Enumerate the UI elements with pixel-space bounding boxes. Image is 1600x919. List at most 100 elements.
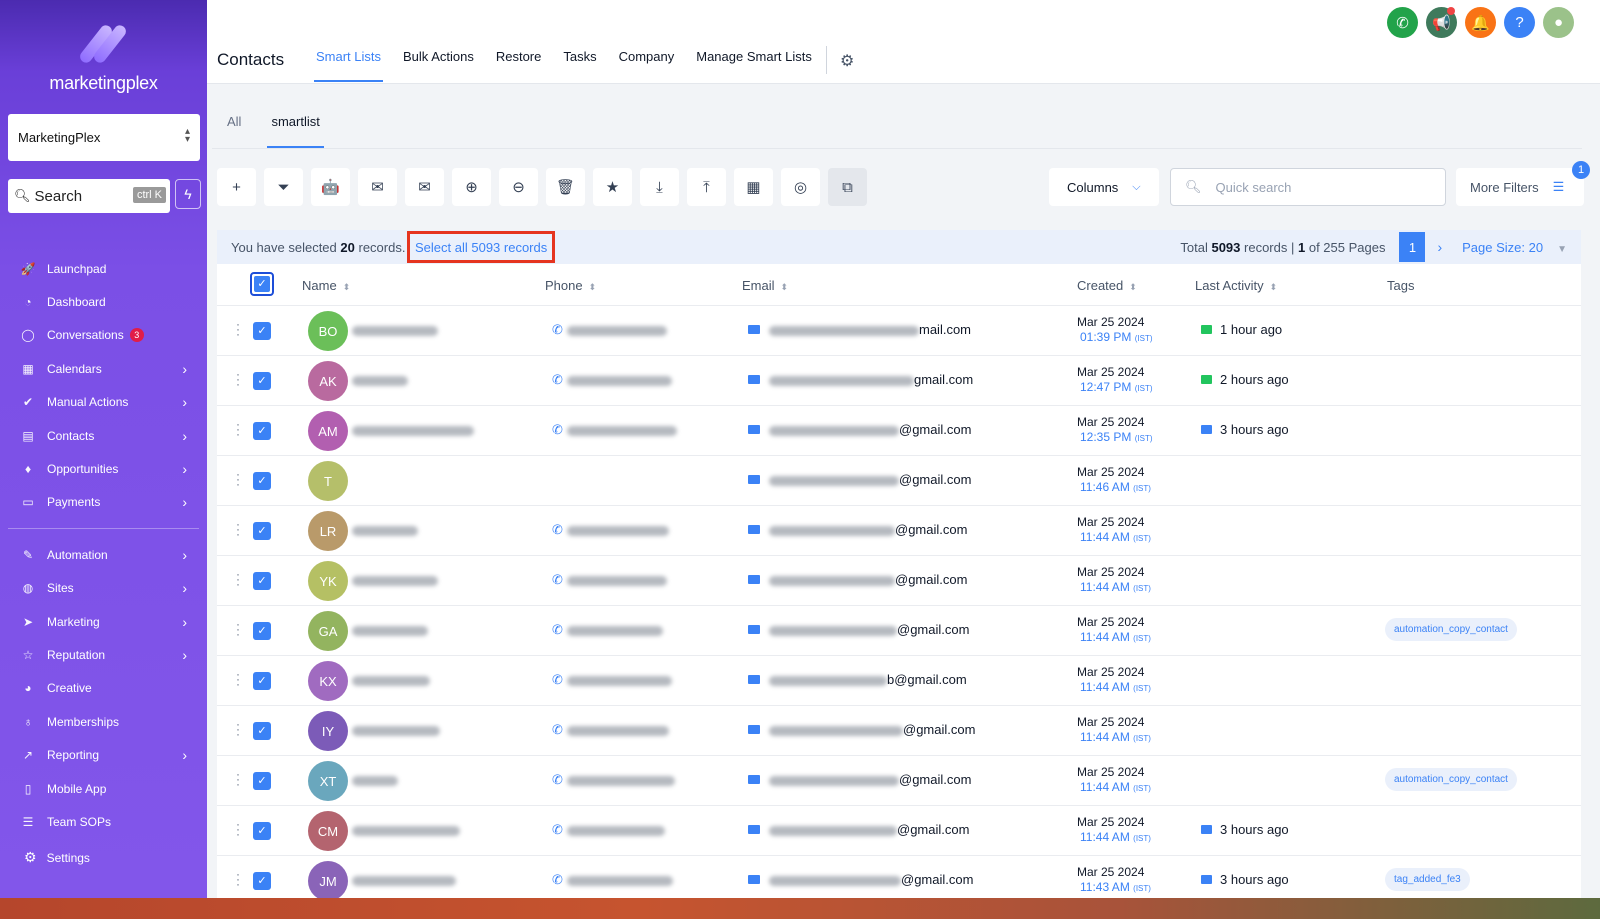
phone-call-icon[interactable]: ✆	[1387, 7, 1418, 38]
redacted-email[interactable]	[769, 626, 897, 636]
merge-button[interactable]: ⧉	[828, 168, 867, 206]
redacted-email[interactable]	[769, 576, 895, 586]
more-filters-button[interactable]: More Filters ☰	[1456, 168, 1584, 206]
sidebar-item-sites[interactable]: ◍ Sites ›	[0, 572, 207, 605]
row-checkbox[interactable]: ✓	[253, 522, 271, 540]
quick-search-input[interactable]: 🔍︎ Quick search	[1170, 168, 1446, 206]
tab-restore[interactable]: Restore	[496, 48, 542, 82]
redacted-name[interactable]	[352, 676, 430, 686]
redacted-name[interactable]	[352, 526, 418, 536]
bell-icon[interactable]: 🔔	[1465, 7, 1496, 38]
sidebar-item-manual-actions[interactable]: ✔ Manual Actions ›	[0, 386, 207, 419]
redacted-phone[interactable]	[567, 576, 667, 586]
columns-dropdown[interactable]: Columns ⌵	[1049, 168, 1159, 206]
filter-button[interactable]: ⏷	[264, 168, 303, 206]
email-domain[interactable]: @gmail.com	[899, 772, 971, 787]
redacted-phone[interactable]	[567, 876, 673, 886]
redacted-name[interactable]	[352, 326, 438, 336]
row-checkbox[interactable]: ✓	[253, 572, 271, 590]
email-button[interactable]: ✉	[405, 168, 444, 206]
add-tag-button[interactable]: ⊕	[452, 168, 491, 206]
import-button[interactable]: ⤒	[687, 168, 726, 206]
table-row[interactable]: · · · ✓ LR ✆ @gmail.com Mar 25 2024 11:44 AM (IS…	[217, 506, 1581, 556]
select-all-records-link[interactable]: Select all 5093 records	[407, 231, 556, 263]
sidebar-item-reputation[interactable]: ☆ Reputation ›	[0, 638, 207, 671]
redacted-email[interactable]	[769, 526, 895, 536]
row-menu-icon[interactable]: · · ·	[235, 568, 241, 590]
table-row[interactable]: · · · ✓ IY ✆ @gmail.com Mar 25 2024 11:44 AM (IS…	[217, 706, 1581, 756]
tab-smart-lists[interactable]: Smart Lists	[313, 48, 384, 82]
automation-bot-button[interactable]: 🤖	[311, 168, 350, 206]
row-menu-icon[interactable]: · · ·	[235, 368, 241, 390]
help-icon[interactable]: ?	[1504, 7, 1535, 38]
row-checkbox[interactable]: ✓	[253, 722, 271, 740]
delete-button[interactable]: 🗑	[546, 168, 585, 206]
email-domain[interactable]: @gmail.com	[897, 622, 969, 637]
user-avatar-icon[interactable]: ●	[1543, 7, 1574, 38]
sidebar-item-mobile-app[interactable]: ▯ Mobile App	[0, 772, 207, 805]
sidebar-item-dashboard[interactable]: ◔ Dashboard	[0, 285, 207, 318]
sidebar-item-launchpad[interactable]: 🚀 Launchpad	[0, 252, 207, 285]
account-switcher[interactable]: MarketingPlex ▴ ▾	[8, 114, 200, 161]
next-page-icon[interactable]: ›	[1437, 239, 1442, 255]
company-button[interactable]: ▦	[734, 168, 773, 206]
tab-tasks[interactable]: Tasks	[563, 48, 596, 82]
column-name[interactable]: Name ⬍	[302, 278, 350, 293]
redacted-email[interactable]	[769, 726, 903, 736]
redacted-phone[interactable]	[567, 376, 672, 386]
brand-logo[interactable]: marketingplex	[0, 22, 207, 94]
tab-manage-smart-lists[interactable]: Manage Smart Lists	[696, 48, 812, 82]
redacted-name[interactable]	[352, 626, 428, 636]
table-row[interactable]: · · · ✓ T @gmail.com Mar 25 2024 11:46 AM (IST)	[217, 456, 1581, 506]
redacted-email[interactable]	[769, 376, 914, 386]
page-size-select[interactable]: Page Size: 20 ▼	[1462, 240, 1567, 255]
email-domain[interactable]: @gmail.com	[899, 472, 971, 487]
redacted-email[interactable]	[769, 776, 899, 786]
email-domain[interactable]: @gmail.com	[897, 822, 969, 837]
table-row[interactable]: · · · ✓ AM ✆ @gmail.com Mar 25 2024 12:35 PM (IS…	[217, 406, 1581, 456]
sidebar-item-opportunities[interactable]: ♦ Opportunities ›	[0, 452, 207, 485]
row-menu-icon[interactable]: · · ·	[235, 618, 241, 640]
sidebar-item-automation[interactable]: ✎ Automation ›	[0, 538, 207, 571]
subtab-all[interactable]: All	[227, 114, 241, 149]
sidebar-item-calendars[interactable]: ▦ Calendars ›	[0, 352, 207, 385]
redacted-email[interactable]	[769, 826, 897, 836]
email-domain[interactable]: @gmail.com	[901, 872, 973, 887]
sidebar-item-memberships[interactable]: ♁ Memberships	[0, 705, 207, 738]
redacted-name[interactable]	[352, 776, 398, 786]
table-row[interactable]: · · · ✓ KX ✆ b@gmail.com Mar 25 2024 11:44 AM (I…	[217, 656, 1581, 706]
table-row[interactable]: · · · ✓ BO ✆ mail.com Mar 25 2024 01:39 PM (IST)…	[217, 306, 1581, 356]
row-menu-icon[interactable]: · · ·	[235, 768, 241, 790]
sidebar-item-creative[interactable]: ◕ Creative	[0, 672, 207, 705]
sidebar-search[interactable]: 🔍︎ Search ctrl K	[8, 179, 170, 213]
row-checkbox[interactable]: ✓	[253, 422, 271, 440]
redacted-phone[interactable]	[567, 426, 677, 436]
settings-gear-icon[interactable]: ⚙	[840, 51, 854, 71]
email-domain[interactable]: mail.com	[919, 322, 971, 337]
redacted-email[interactable]	[769, 426, 899, 436]
sms-button[interactable]: ✉	[358, 168, 397, 206]
tag-chip[interactable]: automation_copy_contact	[1385, 618, 1517, 641]
add-contact-button[interactable]: +	[217, 168, 256, 206]
row-menu-icon[interactable]: · · ·	[235, 718, 241, 740]
row-checkbox[interactable]: ✓	[253, 872, 271, 890]
row-menu-icon[interactable]: · · ·	[235, 468, 241, 490]
redacted-email[interactable]	[769, 476, 899, 486]
redacted-phone[interactable]	[567, 776, 675, 786]
redacted-email[interactable]	[769, 876, 901, 886]
quick-actions-button[interactable]: ϟ	[175, 179, 201, 209]
table-row[interactable]: · · · ✓ GA ✆ @gmail.com Mar 25 2024 11:44 AM (IS…	[217, 606, 1581, 656]
row-menu-icon[interactable]: · · ·	[235, 518, 241, 540]
table-row[interactable]: · · · ✓ CM ✆ @gmail.com Mar 25 2024 11:44 AM (IS…	[217, 806, 1581, 856]
sidebar-item-team-sops[interactable]: ☰ Team SOPs	[0, 805, 207, 838]
sidebar-item-contacts[interactable]: ▤ Contacts ›	[0, 419, 207, 452]
email-domain[interactable]: @gmail.com	[899, 422, 971, 437]
sidebar-item-settings[interactable]: ⚙ Settings	[24, 849, 90, 866]
column-phone[interactable]: Phone ⬍	[545, 278, 596, 293]
row-checkbox[interactable]: ✓	[253, 672, 271, 690]
sidebar-item-conversations[interactable]: ◯ Conversations 3	[0, 319, 207, 352]
row-checkbox[interactable]: ✓	[253, 622, 271, 640]
email-domain[interactable]: b@gmail.com	[887, 672, 967, 687]
row-checkbox[interactable]: ✓	[253, 772, 271, 790]
subtab-smartlist[interactable]: smartlist	[267, 114, 325, 149]
